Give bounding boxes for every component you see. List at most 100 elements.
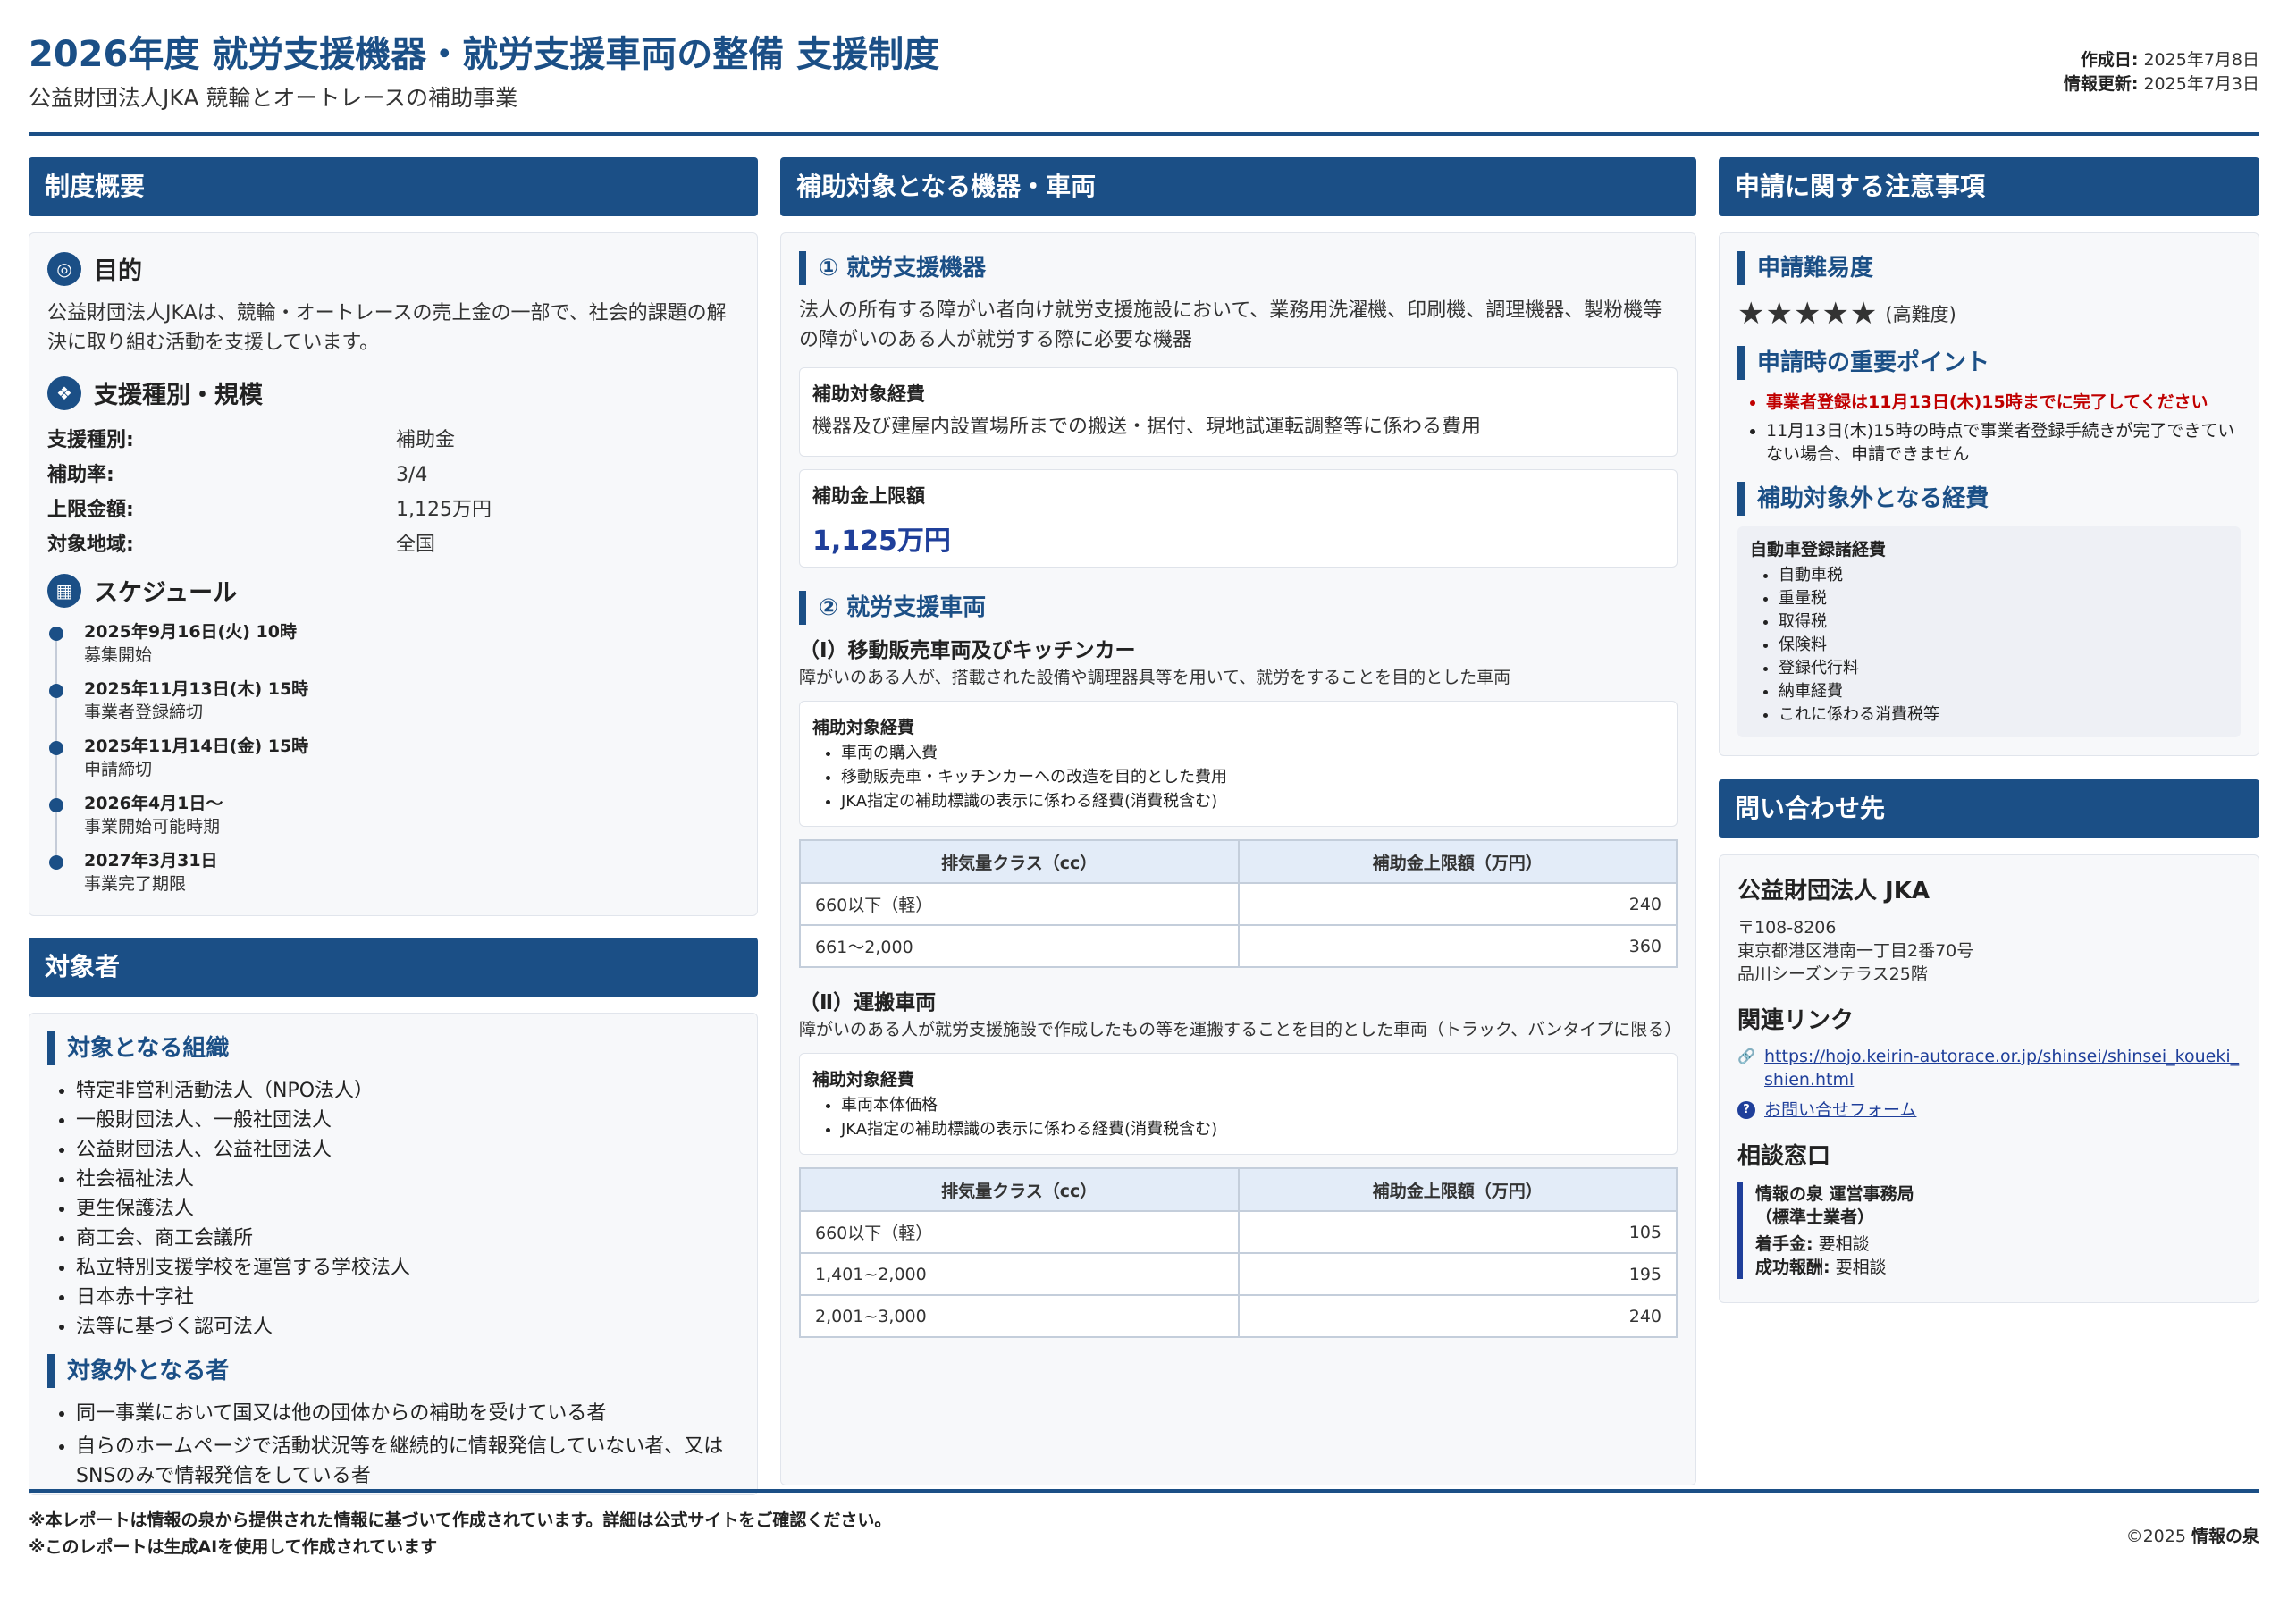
excluded-heading: 対象外となる者 xyxy=(47,1354,739,1388)
vehicle-sub2-table: 排気量クラス（cc） 補助金上限額（万円） 660以下（軽） 105 1,401… xyxy=(799,1167,1678,1338)
timeline-desc: 事業完了期限 xyxy=(84,874,187,894)
left-column: 制度概要 ◎ 目的 公益財団法人JKAは、競輪・オートレースの売上金の一部で、社… xyxy=(29,157,758,1495)
table-cell: 240 xyxy=(1237,1294,1678,1338)
list-item: 公益財団法人、公益社団法人 xyxy=(76,1135,739,1165)
orgs-heading: 対象となる組織 xyxy=(47,1031,739,1065)
vehicles-heading: ② 就労支援車両 xyxy=(799,591,1678,625)
timeline-date: 2027年3月31日 xyxy=(84,851,218,871)
list-item: 自動車税 xyxy=(1779,564,2228,587)
updated-date: 情報更新: 2025年7月3日 xyxy=(2063,74,2259,94)
table-cell: 1,401~2,000 xyxy=(799,1252,1240,1296)
vehicle-sub2-title: （Ⅱ）運搬車両 xyxy=(799,991,937,1014)
list-item: 特定非営利活動法人（NPO法人） xyxy=(76,1076,739,1106)
orgs-list: 特定非営利活動法人（NPO法人） 一般財団法人、一般社団法人 公益財団法人、公益… xyxy=(47,1076,739,1342)
warning-item: 事業者登録は11月13日(木)15時までに完了してください xyxy=(1766,391,2241,414)
overview-card: ◎ 目的 公益財団法人JKAは、競輪・オートレースの売上金の一部で、社会的課題の… xyxy=(29,232,758,916)
equipment-card: ① 就労支援機器 法人の所有する障がい者向け就労支援施設において、業務用洗濯機、… xyxy=(780,232,1696,1485)
list-item: 一般財団法人、一般社団法人 xyxy=(76,1106,739,1135)
page-header: 2026年度 就労支援機器・就労支援車両の整備 支援制度 公益財団法人JKA 競… xyxy=(29,25,2259,136)
list-item: JKA指定の補助標識の表示に係わる経費(消費税含む) xyxy=(841,789,1664,813)
contact-org-name: 公益財団法人 JKA xyxy=(1737,878,1930,905)
table-row: 2,001~3,000 240 xyxy=(799,1294,1678,1338)
page-title: 2026年度 就労支援機器・就労支援車両の整備 支援制度 xyxy=(29,34,940,75)
kv-key: 補助率: xyxy=(47,464,114,486)
limit-amount: 1,125万円 xyxy=(812,526,951,557)
timeline-dot xyxy=(49,798,63,812)
page-footer: ※本レポートは情報の泉から提供された情報に基づいて作成されています。詳細は公式サ… xyxy=(29,1489,2259,1557)
list-item: 同一事業において国又は他の団体からの補助を受けている者 xyxy=(76,1399,739,1428)
contact-address: 〒108-8206 東京都港区港南一丁目2番70号 品川シーズンテラス25階 xyxy=(1737,916,2241,986)
desk-name: 情報の泉 運営事務局 xyxy=(1755,1184,1914,1204)
vehicle-sub1-cost-box: 補助対象経費 車両の購入費 移動販売車・キッチンカーへの改造を目的とした費用 J… xyxy=(799,701,1678,827)
table-header: 排気量クラス（cc） xyxy=(799,1167,1240,1212)
excluded-cost-box: 自動車登録諸経費 自動車税 重量税 取得税 保険料 登録代行料 納車経費 これに… xyxy=(1737,526,2241,737)
list-item: 取得税 xyxy=(1779,610,2228,634)
table-row: 1,401~2,000 195 xyxy=(799,1252,1678,1296)
table-cell: 2,001~3,000 xyxy=(799,1294,1240,1338)
timeline-desc: 募集開始 xyxy=(84,645,153,665)
list-item: 車両の購入費 xyxy=(841,741,1664,765)
table-cell: 240 xyxy=(1237,882,1678,926)
list-item: 車両本体価格 xyxy=(841,1093,1664,1117)
targets-heading: 対象者 xyxy=(29,938,758,997)
list-item: 重量税 xyxy=(1779,587,2228,610)
table-cell: 660以下（軽） xyxy=(799,882,1240,926)
postal-code: 〒108-8206 xyxy=(1737,918,1837,938)
timeline-desc: 事業開始可能時期 xyxy=(84,817,221,837)
points-list: 事業者登録は11月13日(木)15時までに完了してください 11月13日(木)1… xyxy=(1737,391,2241,466)
timeline-desc: 申請締切 xyxy=(84,760,153,779)
fee-row: 成功報酬: 要相談 xyxy=(1755,1258,1887,1277)
kv-value: 3/4 xyxy=(396,464,428,486)
contact-heading: 問い合わせ先 xyxy=(1719,779,2259,838)
machines-heading: ① 就労支援機器 xyxy=(799,251,1678,285)
kv-value: 全国 xyxy=(396,534,436,556)
coins-icon: ❖ xyxy=(47,375,81,410)
notes-card: 申請難易度 ★★★★★ (高難度) 申請時の重要ポイント 事業者登録は11月13… xyxy=(1719,232,2259,756)
purpose-heading: ◎ 目的 xyxy=(47,251,739,286)
vehicle-sub2-desc: 障がいのある人が就労支援施設で作成したもの等を運搬することを目的とした車両（トラ… xyxy=(799,1020,1682,1039)
table-cell: 660以下（軽） xyxy=(799,1210,1240,1254)
cost-label: 補助対象経費 xyxy=(812,718,915,737)
target-icon: ◎ xyxy=(47,251,81,286)
vehicle-sub1-desc: 障がいのある人が、搭載された設備や調理器具等を用いて、就労をすることを目的とした… xyxy=(799,668,1511,687)
list-item: 11月13日(木)15時の時点で事業者登録手続きが完了できていない場合、申請でき… xyxy=(1766,419,2241,466)
difficulty-rating: ★★★★★ (高難度) xyxy=(1737,296,2241,332)
footer-notes: ※本レポートは情報の泉から提供された情報に基づいて作成されています。詳細は公式サ… xyxy=(29,1507,891,1561)
desk-heading: 相談窓口 xyxy=(1737,1143,1831,1170)
contact-card: 公益財団法人 JKA 〒108-8206 東京都港区港南一丁目2番70号 品川シ… xyxy=(1719,854,2259,1303)
table-row: 660以下（軽） 105 xyxy=(799,1210,1678,1254)
contact-form-link[interactable]: お問い合せフォーム xyxy=(1764,1098,1916,1122)
purpose-text: 公益財団法人JKAは、競輪・オートレースの売上金の一部で、社会的課題の解決に取り… xyxy=(47,302,727,354)
address-line: 品川シーズンテラス25階 xyxy=(1737,964,1928,984)
calendar-icon: ▦ xyxy=(47,573,81,608)
limit-label: 補助金上限額 xyxy=(812,485,925,507)
timeline-dot xyxy=(49,855,63,870)
list-item: 私立特別支援学校を運営する学校法人 xyxy=(76,1253,739,1283)
notes-heading: 申請に関する注意事項 xyxy=(1719,157,2259,216)
overview-heading: 制度概要 xyxy=(29,157,758,216)
list-item: 商工会、商工会議所 xyxy=(76,1224,739,1253)
timeline-dot xyxy=(49,684,63,698)
official-site-link[interactable]: https://hojo.keirin-autorace.or.jp/shins… xyxy=(1764,1045,2241,1091)
schedule-heading: ▦ スケジュール xyxy=(47,573,739,608)
excluded-cost-heading: 補助対象外となる経費 xyxy=(1737,482,2241,516)
difficulty-note: (高難度) xyxy=(1885,304,1956,325)
table-cell: 661〜2,000 xyxy=(799,924,1240,968)
footer-note: ※このレポートは生成AIを使用して作成されています xyxy=(29,1537,438,1557)
link-icon: 🔗 xyxy=(1737,1048,1755,1064)
vehicle-sub1-table: 排気量クラス（cc） 補助金上限額（万円） 660以下（軽） 240 661〜2… xyxy=(799,839,1678,968)
timeline-item: 2025年9月16日(火) 10時 募集開始 xyxy=(49,620,739,677)
table-header-row: 排気量クラス（cc） 補助金上限額（万円） xyxy=(799,1167,1678,1212)
list-item: 保険料 xyxy=(1779,634,2228,657)
middle-column: 補助対象となる機器・車両 ① 就労支援機器 法人の所有する障がい者向け就労支援施… xyxy=(780,157,1696,1485)
cost-label: 補助対象経費 xyxy=(812,1070,915,1090)
list-item: 法等に基づく認可法人 xyxy=(76,1312,739,1342)
scale-heading: ❖ 支援種別・規模 xyxy=(47,375,739,410)
list-item: 自らのホームページで活動状況等を継続的に情報発信していない者、又はSNSのみで情… xyxy=(76,1432,739,1491)
official-link-row: 🔗 https://hojo.keirin-autorace.or.jp/shi… xyxy=(1737,1045,2241,1091)
excluded-list: 同一事業において国又は他の団体からの補助を受けている者 自らのホームページで活動… xyxy=(47,1399,739,1491)
list-item: 日本赤十字社 xyxy=(76,1283,739,1312)
timeline-item: 2025年11月13日(木) 15時 事業者登録締切 xyxy=(49,677,739,735)
table-header: 補助金上限額（万円） xyxy=(1237,839,1678,884)
footer-note: ※本レポートは情報の泉から提供された情報に基づいて作成されています。詳細は公式サ… xyxy=(29,1510,892,1530)
